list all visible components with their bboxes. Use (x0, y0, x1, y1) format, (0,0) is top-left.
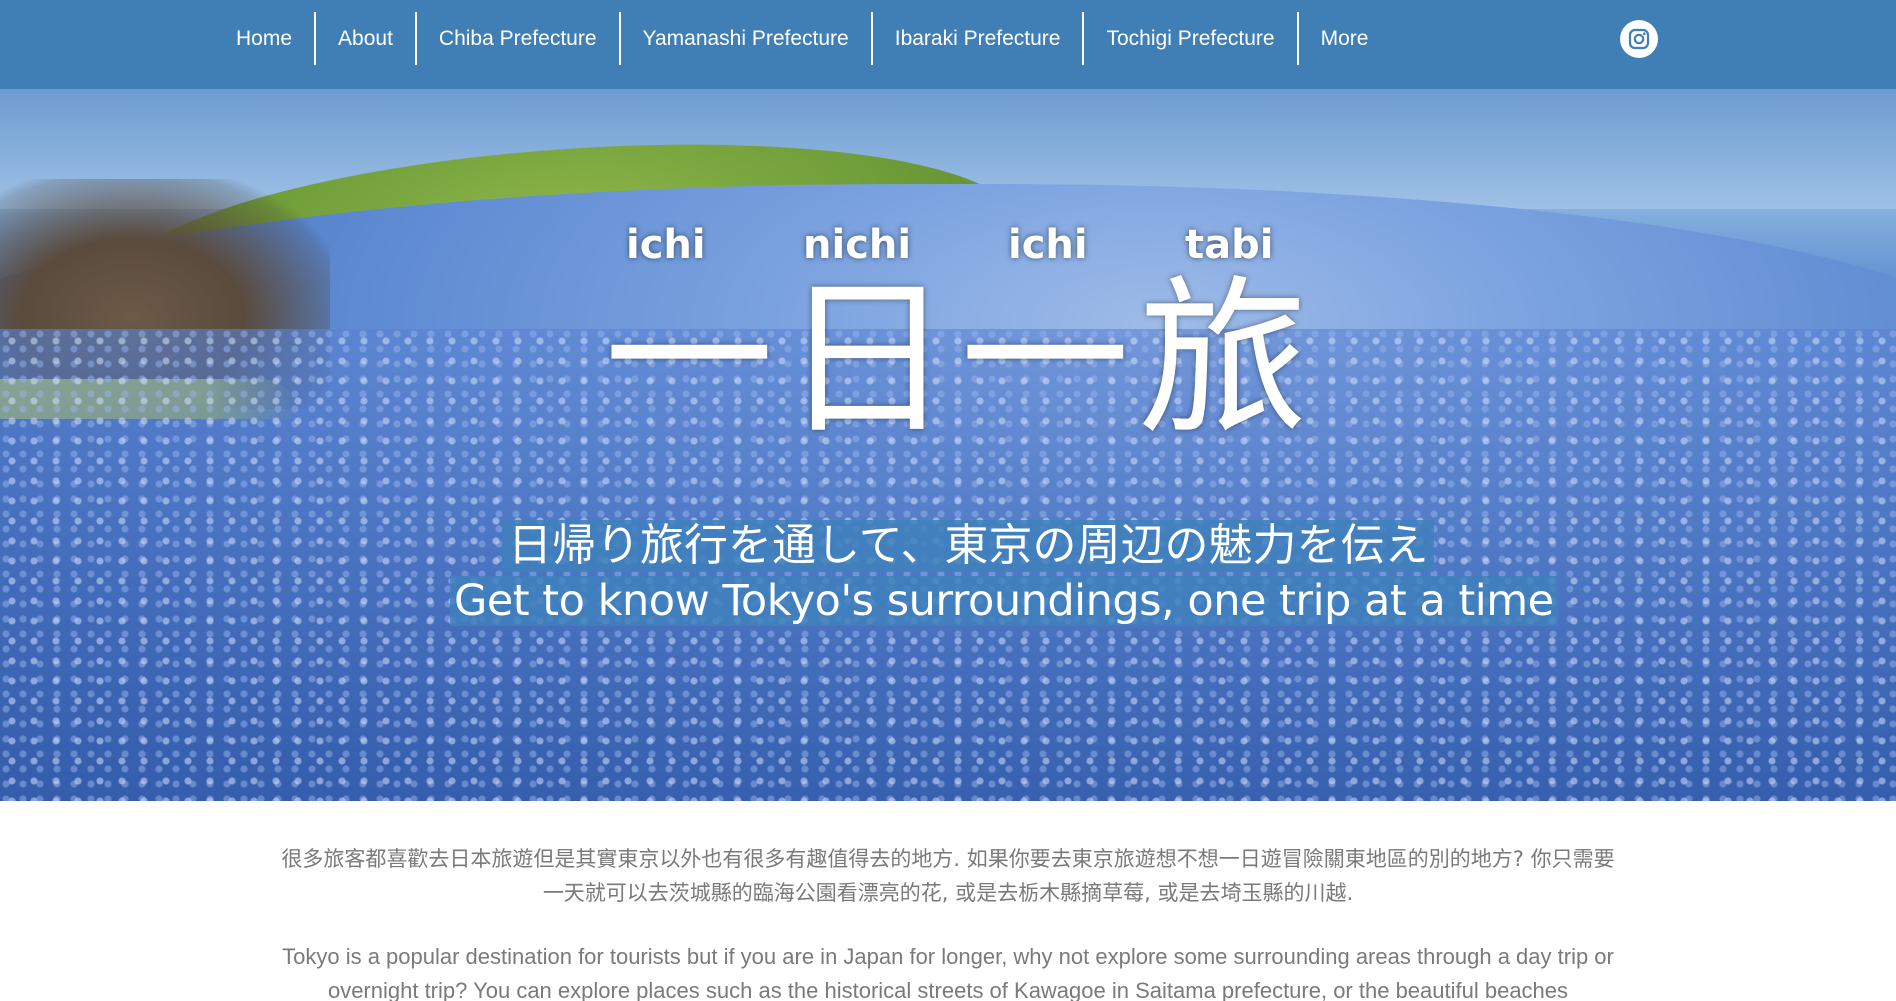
intro-english-text: Tokyo is a popular destination for touri… (282, 944, 1614, 1001)
nav-home[interactable]: Home (214, 12, 314, 65)
hero-title: 一日一旅 (603, 261, 1316, 459)
nav-about[interactable]: About (314, 12, 415, 65)
nav-ibaraki[interactable]: Ibaraki Prefecture (870, 12, 1083, 65)
instagram-icon[interactable] (1620, 20, 1658, 58)
nav-chiba[interactable]: Chiba Prefecture (414, 12, 619, 65)
main-nav: Home About Chiba Prefecture Yamanashi Pr… (214, 12, 1390, 65)
nav-yamanashi[interactable]: Yamanashi Prefecture (618, 12, 871, 65)
nav-more[interactable]: More (1296, 12, 1391, 65)
intro-chinese-text: 很多旅客都喜歡去日本旅遊但是其實東京以外也有很多有趣值得去的地方. 如果你要去東… (281, 847, 1615, 905)
instagram-glyph (1628, 28, 1650, 50)
tagline-english: Get to know Tokyo's surroundings, one tr… (450, 576, 1558, 626)
nav-tochigi[interactable]: Tochigi Prefecture (1082, 12, 1296, 65)
intro-section: 很多旅客都喜歡去日本旅遊但是其實東京以外也有很多有趣值得去的地方. 如果你要去東… (280, 842, 1616, 1001)
tagline-japanese: 日帰り旅行を通して、東京の周辺の魅力を伝え (502, 520, 1435, 572)
site-header: Home About Chiba Prefecture Yamanashi Pr… (0, 0, 1896, 89)
